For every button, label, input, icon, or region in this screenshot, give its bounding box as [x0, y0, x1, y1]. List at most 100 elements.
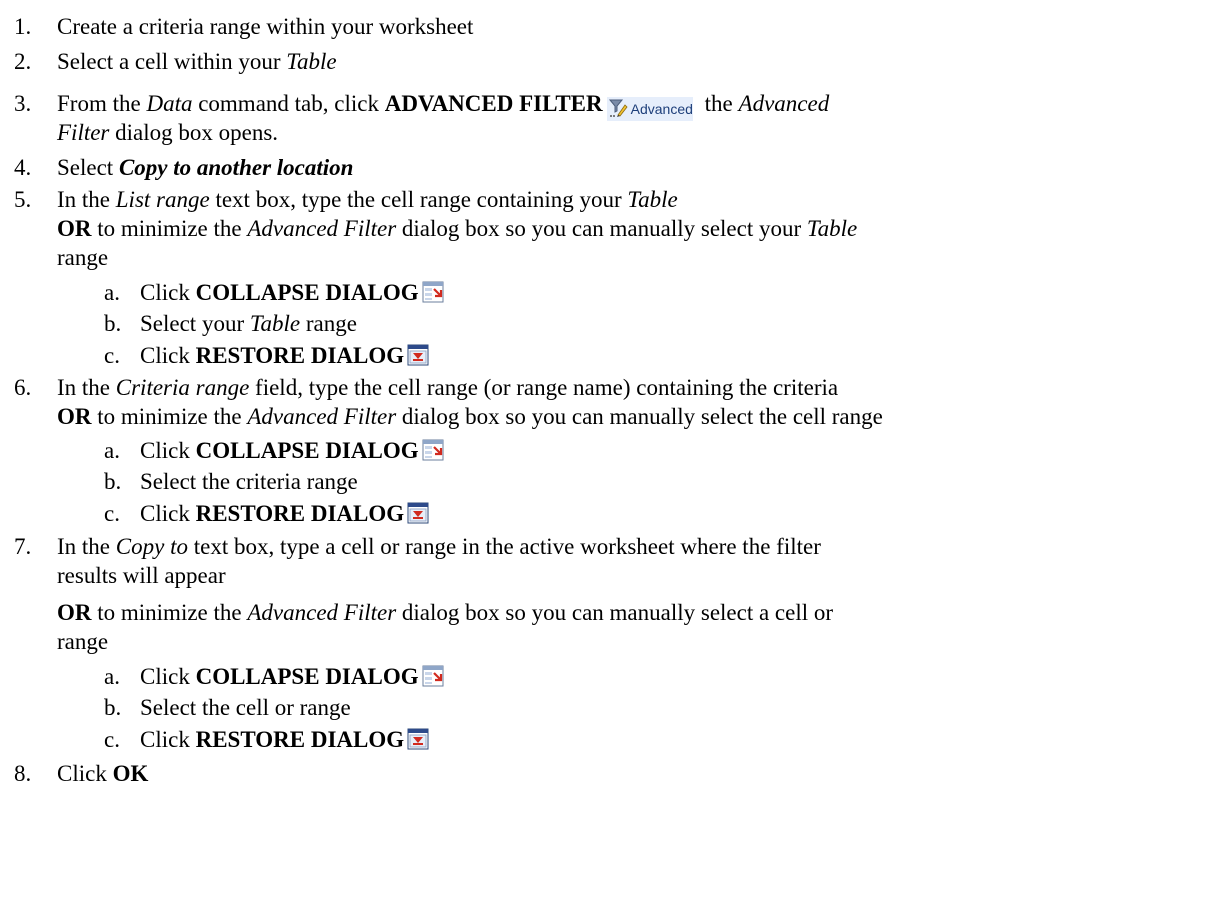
step-number: 7.	[14, 534, 32, 559]
text-italic: Table	[806, 216, 858, 241]
substep-text: Select your Table range	[140, 309, 357, 338]
text-italic: Copy to	[115, 534, 188, 559]
text-run: Click	[140, 343, 196, 368]
text-italic: Data	[146, 91, 193, 116]
text-italic: Table	[249, 311, 301, 336]
text-run: Click	[140, 438, 196, 463]
text-italic: Table	[627, 187, 678, 212]
text-run: Select a cell within your	[57, 49, 287, 74]
collapse-dialog-icon	[422, 439, 444, 461]
substep-number: b.	[104, 469, 122, 494]
step-number: 6.	[14, 375, 32, 400]
substep-text: Click COLLAPSE DIALOG	[140, 278, 444, 307]
collapse-dialog-icon	[422, 281, 444, 303]
text-italic: Advanced Filter	[247, 404, 397, 429]
text-bold: COLLAPSE DIALOG	[195, 280, 419, 305]
text-run: Select your	[140, 311, 250, 336]
step-number: 1.	[14, 14, 32, 39]
substep-text: Click COLLAPSE DIALOG	[140, 662, 444, 691]
text-run: Click	[140, 664, 196, 689]
step-text: Create a criteria range within your work…	[57, 14, 474, 39]
text-run: range	[300, 311, 357, 336]
text-run: In the	[57, 187, 116, 212]
substep-text: Select the criteria range	[140, 469, 358, 494]
text-run: In the	[57, 375, 116, 400]
text-italic: Advanced Filter	[247, 600, 397, 625]
substep-number: c.	[104, 727, 120, 752]
text-bold: COLLAPSE DIALOG	[195, 664, 419, 689]
text-run: to minimize the	[91, 216, 248, 241]
step-text: In the Copy to text box, type a cell or …	[57, 532, 821, 561]
substep-text: Click COLLAPSE DIALOG	[140, 436, 444, 465]
collapse-dialog-icon	[422, 665, 444, 687]
advanced-button-label: Advanced	[630, 101, 693, 117]
text-run: to minimize the	[91, 600, 248, 625]
text-bold-italic: Copy to another location	[118, 155, 354, 180]
text-run: dialog box opens.	[109, 120, 279, 145]
step-5-continuation-2: range	[57, 245, 109, 270]
step-number: 8.	[14, 761, 32, 786]
text-run: text box, type the cell range containing…	[209, 187, 628, 212]
text-bold: OR	[57, 600, 92, 625]
step-text: In the Criteria range field, type the ce…	[57, 373, 838, 402]
text-run: command tab, click	[192, 91, 385, 116]
text-bold: COLLAPSE DIALOG	[195, 438, 419, 463]
step-text: From the Data command tab, click ADVANCE…	[57, 89, 829, 121]
text-run: Click	[57, 761, 113, 786]
substep-number: b.	[104, 311, 122, 336]
step-text: Click OK	[57, 759, 148, 788]
step-text: Select Copy to another location	[57, 153, 353, 182]
text-bold: RESTORE DIALOG	[195, 501, 405, 526]
restore-dialog-icon	[407, 344, 429, 366]
substep-text: Select the cell or range	[140, 695, 351, 720]
substep-number: c.	[104, 343, 120, 368]
text-bold: OR	[57, 404, 92, 429]
restore-dialog-icon	[407, 728, 429, 750]
text-italic: Advanced Filter	[247, 216, 397, 241]
step-number: 2.	[14, 49, 32, 74]
text-bold: ADVANCED FILTER	[384, 91, 603, 116]
step-number: 3.	[14, 91, 32, 116]
text-italic: Criteria range	[115, 375, 250, 400]
substep-text: Click RESTORE DIALOG	[140, 725, 429, 754]
step-7-continuation-3: range	[57, 629, 109, 654]
text-bold: OK	[112, 761, 149, 786]
step-text: Select a cell within your Table	[57, 47, 337, 76]
step-3-continuation: Filter dialog box opens.	[57, 118, 278, 147]
text-italic: Table	[286, 49, 337, 74]
text-run: dialog box so you can manually select th…	[396, 404, 883, 429]
substep-number: a.	[104, 664, 120, 689]
text-italic: List range	[115, 187, 210, 212]
substep-text: Click RESTORE DIALOG	[140, 499, 429, 528]
text-run: Click	[140, 727, 196, 752]
text-italic: Advanced	[738, 91, 830, 116]
step-7-continuation-2: OR to minimize the Advanced Filter dialo…	[57, 598, 833, 627]
step-6-continuation: OR to minimize the Advanced Filter dialo…	[57, 402, 883, 431]
restore-dialog-icon	[407, 502, 429, 524]
text-run: Select	[57, 155, 119, 180]
instructions-document: 1. Create a criteria range within your w…	[0, 0, 1215, 901]
text-bold: RESTORE DIALOG	[195, 343, 405, 368]
step-7-continuation: results will appear	[57, 563, 226, 588]
text-run: dialog box so you can manually select yo…	[396, 216, 807, 241]
step-5-continuation: OR to minimize the Advanced Filter dialo…	[57, 214, 857, 243]
text-run: In the	[57, 534, 116, 559]
text-run: Click	[140, 280, 196, 305]
text-run: Click	[140, 501, 196, 526]
text-bold: OR	[57, 216, 92, 241]
step-number: 5.	[14, 187, 32, 212]
text-bold: RESTORE DIALOG	[195, 727, 405, 752]
text-run: field, type the cell range (or range nam…	[249, 375, 839, 400]
substep-number: a.	[104, 280, 120, 305]
text-run: the	[698, 91, 739, 116]
text-run: dialog box so you can manually select a …	[396, 600, 834, 625]
text-run: From the	[57, 91, 147, 116]
substep-text: Click RESTORE DIALOG	[140, 341, 429, 370]
advanced-filter-icon	[608, 99, 628, 117]
advanced-filter-button: Advanced	[606, 97, 693, 121]
text-italic: Filter	[57, 120, 110, 145]
text-run: text box, type a cell or range in the ac…	[187, 534, 821, 559]
text-run: to minimize the	[91, 404, 248, 429]
step-number: 4.	[14, 155, 32, 180]
step-text: In the List range text box, type the cel…	[57, 185, 678, 214]
